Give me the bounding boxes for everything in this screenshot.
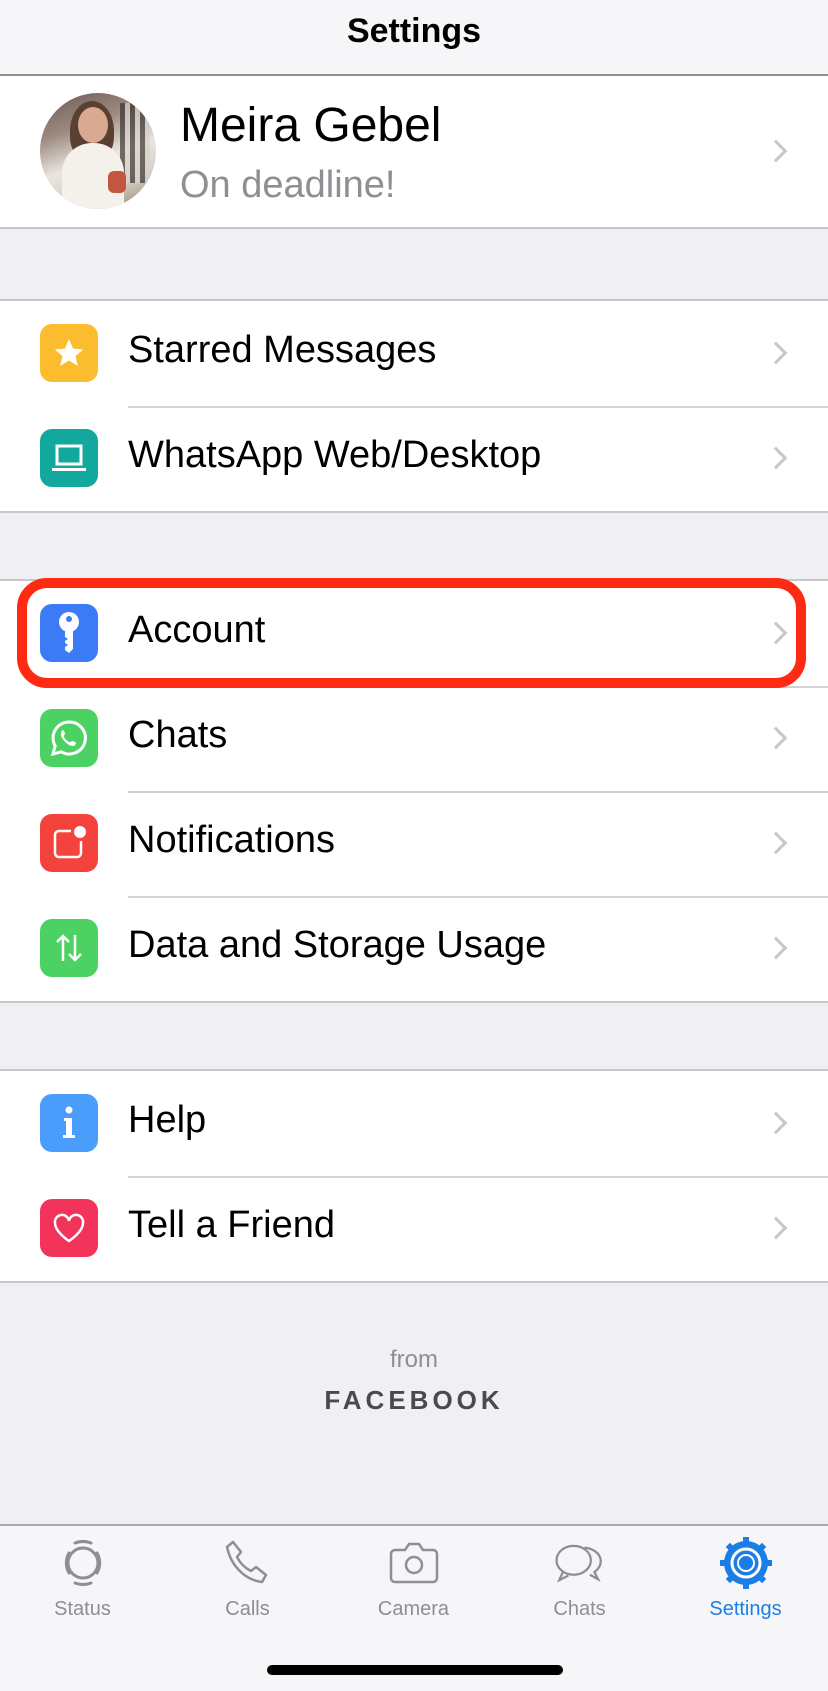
profile-status: On deadline! <box>180 164 396 206</box>
footer-brand-text: FACEBOOK <box>324 1385 504 1415</box>
footer-from-text: from <box>390 1346 438 1373</box>
tab-label: Calls <box>225 1598 270 1620</box>
menu-item-data-storage[interactable]: Data and Storage Usage <box>0 896 828 1001</box>
chevron-right-icon <box>764 139 788 163</box>
chevron-right-icon <box>764 621 788 645</box>
menu-item-label: Tell a Friend <box>128 1204 335 1246</box>
data-arrows-icon <box>40 919 98 977</box>
phone-icon <box>220 1538 276 1588</box>
whatsapp-icon <box>40 709 98 767</box>
profile-row[interactable]: Meira Gebel On deadline! <box>0 76 828 229</box>
camera-icon <box>386 1538 442 1588</box>
gear-icon <box>718 1537 774 1589</box>
star-icon <box>40 324 98 382</box>
chevron-right-icon <box>764 446 788 470</box>
notification-icon <box>40 814 98 872</box>
menu-item-label: Data and Storage Usage <box>128 924 547 966</box>
menu-item-help[interactable]: Help <box>0 1071 828 1176</box>
tab-bar: Status Calls Camera Chats Settings <box>0 1524 828 1691</box>
avatar[interactable] <box>40 93 156 209</box>
menu-item-label: Notifications <box>128 819 335 861</box>
menu-item-chats[interactable]: Chats <box>0 686 828 791</box>
menu-item-label: Chats <box>128 714 228 756</box>
tab-label: Chats <box>553 1598 606 1620</box>
key-icon <box>40 604 98 662</box>
home-indicator[interactable] <box>267 1665 563 1675</box>
menu-item-label: Starred Messages <box>128 329 437 371</box>
tab-camera[interactable]: Camera <box>331 1526 496 1626</box>
settings-group-3: Help Tell a Friend <box>0 1069 828 1283</box>
chevron-right-icon <box>764 341 788 365</box>
tab-label: Camera <box>377 1598 450 1620</box>
menu-item-whatsapp-web[interactable]: WhatsApp Web/Desktop <box>0 406 828 511</box>
menu-item-account[interactable]: Account <box>0 581 828 686</box>
settings-group-1: Starred Messages WhatsApp Web/Desktop <box>0 299 828 513</box>
tab-status[interactable]: Status <box>0 1526 165 1626</box>
status-icon <box>55 1538 111 1588</box>
chevron-right-icon <box>764 936 788 960</box>
menu-item-tell-a-friend[interactable]: Tell a Friend <box>0 1176 828 1281</box>
heart-icon <box>40 1199 98 1257</box>
navigation-bar: Settings <box>0 0 828 76</box>
laptop-icon <box>40 429 98 487</box>
page-title: Settings <box>346 11 482 50</box>
info-icon <box>40 1094 98 1152</box>
menu-item-label: Help <box>128 1099 207 1141</box>
chevron-right-icon <box>764 726 788 750</box>
tab-calls[interactable]: Calls <box>165 1526 330 1626</box>
settings-group-2: Account Chats Notifications Data and Sto… <box>0 579 828 1003</box>
chat-bubbles-icon <box>552 1538 608 1588</box>
menu-item-label: Account <box>128 609 266 651</box>
chevron-right-icon <box>764 1216 788 1240</box>
menu-item-label: WhatsApp Web/Desktop <box>128 434 542 476</box>
chevron-right-icon <box>764 1111 788 1135</box>
menu-item-notifications[interactable]: Notifications <box>0 791 828 896</box>
chevron-right-icon <box>764 831 788 855</box>
tab-label: Settings <box>709 1598 782 1620</box>
tab-label: Status <box>54 1598 111 1620</box>
menu-item-starred-messages[interactable]: Starred Messages <box>0 301 828 406</box>
tab-settings[interactable]: Settings <box>663 1526 828 1626</box>
tab-chats[interactable]: Chats <box>497 1526 662 1626</box>
profile-name: Meira Gebel <box>180 99 442 152</box>
